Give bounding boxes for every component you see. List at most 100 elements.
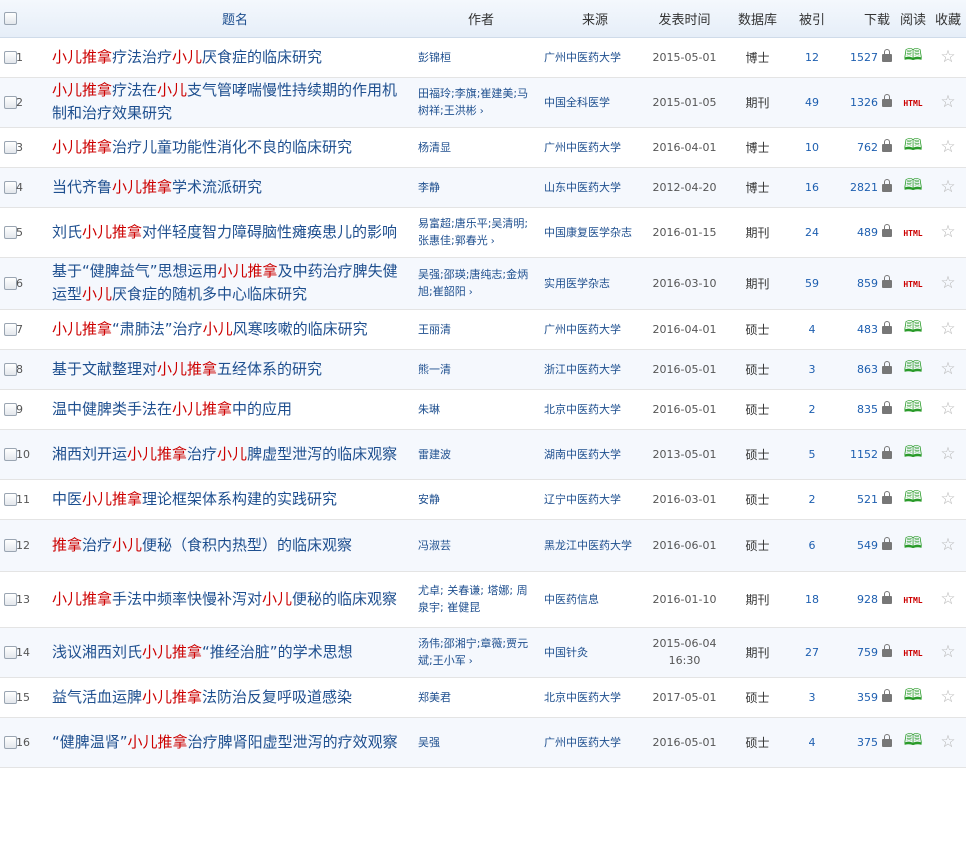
star-icon[interactable]: ☆ — [940, 177, 955, 197]
download-count-link[interactable]: 759 — [832, 627, 896, 678]
read-cell[interactable]: 🕮 — [896, 429, 930, 480]
source-link[interactable]: 广州中医药大学 — [544, 309, 646, 350]
favorite-cell[interactable]: ☆ — [930, 349, 966, 390]
author-names[interactable]: 冯淑芸 — [418, 539, 451, 552]
author-names[interactable]: 尤卓; 关春谦; 塔娜; 周泉宇; 崔健昆 — [418, 584, 528, 614]
cited-count-link[interactable]: 4 — [792, 717, 832, 768]
header-database[interactable]: 数据库 — [723, 0, 792, 38]
author-list[interactable]: 汤伟;邵湘宁;章薇;贾元斌;王小军 › — [418, 627, 544, 678]
article-title-link[interactable]: 湘西刘开运小儿推拿治疗小儿脾虚型泄泻的临床观察 — [52, 429, 418, 480]
read-cell[interactable]: HTML — [896, 207, 930, 258]
author-names[interactable]: 易富超;唐乐平;吴清明;张惠佳;郭春光 — [418, 217, 528, 247]
download-count-link[interactable]: 762 — [832, 127, 896, 168]
row-checkbox-cell[interactable] — [0, 389, 17, 430]
source-link[interactable]: 辽宁中医药大学 — [544, 479, 646, 520]
article-title-link[interactable]: “健脾温肾”小儿推拿治疗脾肾阳虚型泄泻的疗效观察 — [52, 717, 418, 768]
source-link[interactable]: 北京中医药大学 — [544, 677, 646, 718]
cited-count-link[interactable]: 49 — [792, 77, 832, 128]
read-cell[interactable]: HTML — [896, 77, 930, 128]
download-count[interactable]: 928 — [857, 593, 878, 606]
open-book-icon[interactable]: 🕮 — [904, 533, 923, 552]
header-date[interactable]: 发表时间 — [646, 0, 723, 38]
row-checkbox-cell[interactable] — [0, 257, 17, 310]
article-title-link[interactable]: 小儿推拿手法中频率快慢补泻对小儿便秘的临床观察 — [52, 571, 418, 628]
chevron-right-icon[interactable]: › — [480, 106, 484, 117]
author-names[interactable]: 田福玲;李旗;崔建美;马树祥;王洪彬 — [418, 87, 528, 117]
html-read-icon[interactable]: HTML — [903, 649, 922, 658]
author-list[interactable]: 冯淑芸 — [418, 519, 544, 572]
star-icon[interactable]: ☆ — [940, 273, 955, 293]
download-count[interactable]: 762 — [857, 141, 878, 154]
row-checkbox-cell[interactable] — [0, 717, 17, 768]
open-book-icon[interactable]: 🕮 — [904, 357, 923, 376]
download-count-link[interactable]: 928 — [832, 571, 896, 628]
cited-count-link[interactable]: 59 — [792, 257, 832, 310]
favorite-cell[interactable]: ☆ — [930, 627, 966, 678]
author-list[interactable]: 王丽清 — [418, 309, 544, 350]
read-cell[interactable]: 🕮 — [896, 389, 930, 430]
open-book-icon[interactable]: 🕮 — [904, 397, 923, 416]
row-checkbox-cell[interactable] — [0, 571, 17, 628]
author-list[interactable]: 田福玲;李旗;崔建美;马树祥;王洪彬 › — [418, 77, 544, 128]
download-count-link[interactable]: 1527 — [832, 37, 896, 78]
favorite-cell[interactable]: ☆ — [930, 429, 966, 480]
source-link[interactable]: 北京中医药大学 — [544, 389, 646, 430]
source-link[interactable]: 中医药信息 — [544, 571, 646, 628]
row-checkbox-cell[interactable] — [0, 519, 17, 572]
download-count[interactable]: 863 — [857, 363, 878, 376]
read-cell[interactable]: 🕮 — [896, 717, 930, 768]
cited-count-link[interactable]: 16 — [792, 167, 832, 208]
star-icon[interactable]: ☆ — [940, 732, 955, 752]
row-checkbox-cell[interactable] — [0, 677, 17, 718]
row-checkbox-cell[interactable] — [0, 349, 17, 390]
article-title-link[interactable]: 基于文献整理对小儿推拿五经体系的研究 — [52, 349, 418, 390]
download-count-link[interactable]: 1326 — [832, 77, 896, 128]
favorite-cell[interactable]: ☆ — [930, 207, 966, 258]
row-checkbox-cell[interactable] — [0, 207, 17, 258]
star-icon[interactable]: ☆ — [940, 399, 955, 419]
author-list[interactable]: 李静 — [418, 167, 544, 208]
download-count-link[interactable]: 835 — [832, 389, 896, 430]
cited-count-link[interactable]: 12 — [792, 37, 832, 78]
author-list[interactable]: 安静 — [418, 479, 544, 520]
download-count-link[interactable]: 863 — [832, 349, 896, 390]
author-names[interactable]: 熊一清 — [418, 363, 451, 376]
author-list[interactable]: 易富超;唐乐平;吴清明;张惠佳;郭春光 › — [418, 207, 544, 258]
download-count-link[interactable]: 859 — [832, 257, 896, 310]
source-link[interactable]: 广州中医药大学 — [544, 717, 646, 768]
source-link[interactable]: 广州中医药大学 — [544, 127, 646, 168]
source-link[interactable]: 广州中医药大学 — [544, 37, 646, 78]
header-read[interactable]: 阅读 — [896, 0, 930, 38]
favorite-cell[interactable]: ☆ — [930, 257, 966, 310]
author-list[interactable]: 吴强;邵瑛;唐纯志;金炳旭;崔韶阳 › — [418, 257, 544, 310]
open-book-icon[interactable]: 🕮 — [904, 175, 923, 194]
star-icon[interactable]: ☆ — [940, 589, 955, 609]
star-icon[interactable]: ☆ — [940, 222, 955, 242]
article-title-link[interactable]: 小儿推拿疗法治疗小儿厌食症的临床研究 — [52, 37, 418, 78]
open-book-icon[interactable]: 🕮 — [904, 135, 923, 154]
favorite-cell[interactable]: ☆ — [930, 37, 966, 78]
read-cell[interactable]: 🕮 — [896, 309, 930, 350]
html-read-icon[interactable]: HTML — [903, 99, 922, 108]
cited-count-link[interactable]: 6 — [792, 519, 832, 572]
html-read-icon[interactable]: HTML — [903, 596, 922, 605]
cited-count-link[interactable]: 27 — [792, 627, 832, 678]
open-book-icon[interactable]: 🕮 — [904, 487, 923, 506]
author-list[interactable]: 吴强 — [418, 717, 544, 768]
row-checkbox-cell[interactable] — [0, 309, 17, 350]
star-icon[interactable]: ☆ — [940, 642, 955, 662]
article-title-link[interactable]: 益气活血运脾小儿推拿法防治反复呼吸道感染 — [52, 677, 418, 718]
read-cell[interactable]: 🕮 — [896, 349, 930, 390]
read-cell[interactable]: HTML — [896, 571, 930, 628]
download-count[interactable]: 375 — [857, 736, 878, 749]
chevron-right-icon[interactable]: › — [469, 656, 473, 667]
download-count-link[interactable]: 489 — [832, 207, 896, 258]
cited-count-link[interactable]: 3 — [792, 677, 832, 718]
cited-count-link[interactable]: 5 — [792, 429, 832, 480]
open-book-icon[interactable]: 🕮 — [904, 317, 923, 336]
cited-count-link[interactable]: 2 — [792, 479, 832, 520]
row-checkbox-cell[interactable] — [0, 627, 17, 678]
row-checkbox-cell[interactable] — [0, 479, 17, 520]
article-title-link[interactable]: 推拿治疗小儿便秘（食积内热型）的临床观察 — [52, 519, 418, 572]
article-title-link[interactable]: 小儿推拿疗法在小儿支气管哮喘慢性持续期的作用机制和治疗效果研究 — [52, 77, 418, 128]
